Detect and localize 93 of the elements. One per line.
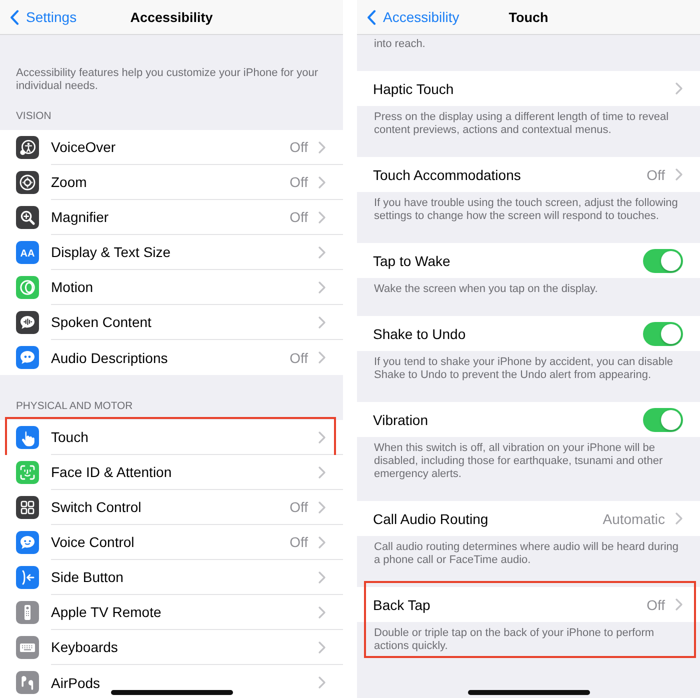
chevron-icon [318, 246, 326, 258]
row-label: Touch Accommodations [373, 166, 522, 182]
settings-row[interactable]: AA Display & Text Size [0, 235, 343, 270]
row-label: Face ID & Attention [51, 464, 173, 480]
back-button[interactable]: Accessibility [357, 6, 460, 28]
row-label: Audio Descriptions [51, 350, 169, 366]
row-label: Switch Control [51, 499, 142, 515]
row-value: Off [290, 350, 308, 366]
row-value: Off [646, 166, 665, 182]
chevron-icon [318, 606, 326, 618]
chevron-icon [318, 640, 326, 654]
description-text: If you tend to shake your iPhone by accident, you can disable Shake to Undo to prevent the Undo alert from appearing. [373, 355, 674, 383]
intro-text: Accessibility features help you customize your iPhone for your individual needs. [15, 67, 320, 93]
settings-row[interactable]: Switch Control Off [0, 490, 343, 525]
row-label: Back Tap [373, 596, 432, 612]
chevron-icon [318, 466, 326, 478]
settings-row[interactable]: Back Tap Off [357, 587, 700, 622]
chevron-icon [318, 210, 326, 224]
chevron-icon [318, 676, 326, 689]
row-label: Voice Control [51, 534, 136, 550]
chevron-icon [318, 570, 326, 584]
row-label: VoiceOver [51, 139, 117, 155]
description-text: Double or triple tap on the back of your iPhone to perform actions quickly. [373, 626, 656, 654]
row-label: Magnifier [51, 209, 110, 225]
section-header: PHYSICAL AND MOTOR [15, 401, 134, 414]
toggle-switch[interactable] [643, 248, 683, 272]
chevron-icon [318, 500, 326, 514]
settings-row[interactable]: Vibration [357, 402, 700, 437]
chevron-icon [675, 168, 683, 181]
row-value: Off [290, 534, 308, 550]
row-label: Keyboards [51, 639, 119, 655]
settings-row[interactable]: Voice Control Off [0, 525, 343, 560]
section-header: VISION [15, 111, 52, 124]
settings-row[interactable]: Zoom Off [0, 165, 343, 200]
settings-row[interactable]: Call Audio Routing Automatic [357, 501, 700, 536]
row-label: Touch [51, 429, 90, 445]
chevron-icon [318, 140, 326, 154]
row-label: Vibration [373, 412, 430, 428]
description-text: When this switch is off, all vibration on your iPhone will be disabled, including those for earthquake, tsunami and other emergency alerts. [373, 441, 664, 482]
settings-row[interactable]: Shake to Undo [357, 316, 700, 351]
row-label: Display & Text Size [51, 244, 172, 260]
nav-title: Touch [508, 10, 548, 24]
description-text: Call audio routing determines where audio will be heard during a phone call or FaceTime audio. [373, 540, 680, 568]
settings-row[interactable]: Touch [0, 420, 343, 455]
row-label: Call Audio Routing [373, 510, 490, 526]
toggle-switch[interactable] [643, 408, 683, 432]
chevron-icon [318, 176, 326, 188]
row-value: Off [290, 499, 308, 515]
settings-row[interactable]: Touch Accommodations Off [357, 157, 700, 192]
chevron-icon [675, 512, 683, 525]
row-value: Off [646, 596, 665, 612]
row-label: Side Button [51, 569, 124, 585]
settings-row[interactable]: Spoken Content [0, 305, 343, 340]
back-chevron-icon [367, 10, 376, 24]
row-label: AirPods [51, 674, 102, 690]
description-text: If you have trouble using the touch screen, adjust the following settings to change how the screen will respond to touches. [373, 196, 679, 224]
nav-title: Accessibility [130, 10, 213, 24]
settings-row[interactable]: AirPods [0, 665, 343, 698]
back-button[interactable]: Settings [0, 6, 77, 28]
settings-row[interactable]: Apple TV Remote [0, 595, 343, 630]
settings-row[interactable]: Face ID & Attention [0, 455, 343, 490]
settings-row[interactable]: Keyboards [0, 630, 343, 665]
row-label: Shake to Undo [373, 326, 467, 342]
row-value: Automatic [602, 510, 665, 526]
row-label: Zoom [51, 174, 88, 190]
settings-row[interactable]: Tap to Wake [357, 243, 700, 278]
back-chevron-icon [10, 10, 19, 24]
description-text: into reach. [373, 37, 426, 52]
chevron-icon [318, 430, 326, 444]
description-text: Wake the screen when you tap on the display. [373, 282, 599, 297]
settings-row[interactable]: Motion [0, 270, 343, 305]
toggle-switch[interactable] [643, 322, 683, 346]
text-size-icon: AA [16, 241, 39, 264]
chevron-icon [318, 351, 326, 364]
row-label: Spoken Content [51, 314, 152, 330]
settings-row[interactable]: Magnifier Off [0, 200, 343, 235]
row-label: Motion [51, 279, 94, 295]
settings-row[interactable]: Side Button [0, 560, 343, 595]
chevron-icon [675, 598, 683, 611]
chevron-icon [675, 82, 683, 95]
row-label: Tap to Wake [373, 252, 452, 268]
settings-row[interactable]: Audio Descriptions Off [0, 340, 343, 375]
settings-row[interactable]: VoiceOver Off [0, 130, 343, 165]
row-value: Off [290, 209, 308, 225]
chevron-icon [318, 280, 326, 294]
chevron-icon [318, 316, 326, 328]
row-value: Off [290, 174, 308, 190]
chevron-icon [318, 536, 326, 548]
row-label: Apple TV Remote [51, 604, 162, 620]
description-text: Press on the display using a different length of time to reveal content previews, actions and contextual menus. [373, 110, 670, 138]
row-label: Haptic Touch [373, 80, 455, 96]
row-value: Off [290, 139, 308, 155]
settings-row[interactable]: Haptic Touch [357, 71, 700, 106]
